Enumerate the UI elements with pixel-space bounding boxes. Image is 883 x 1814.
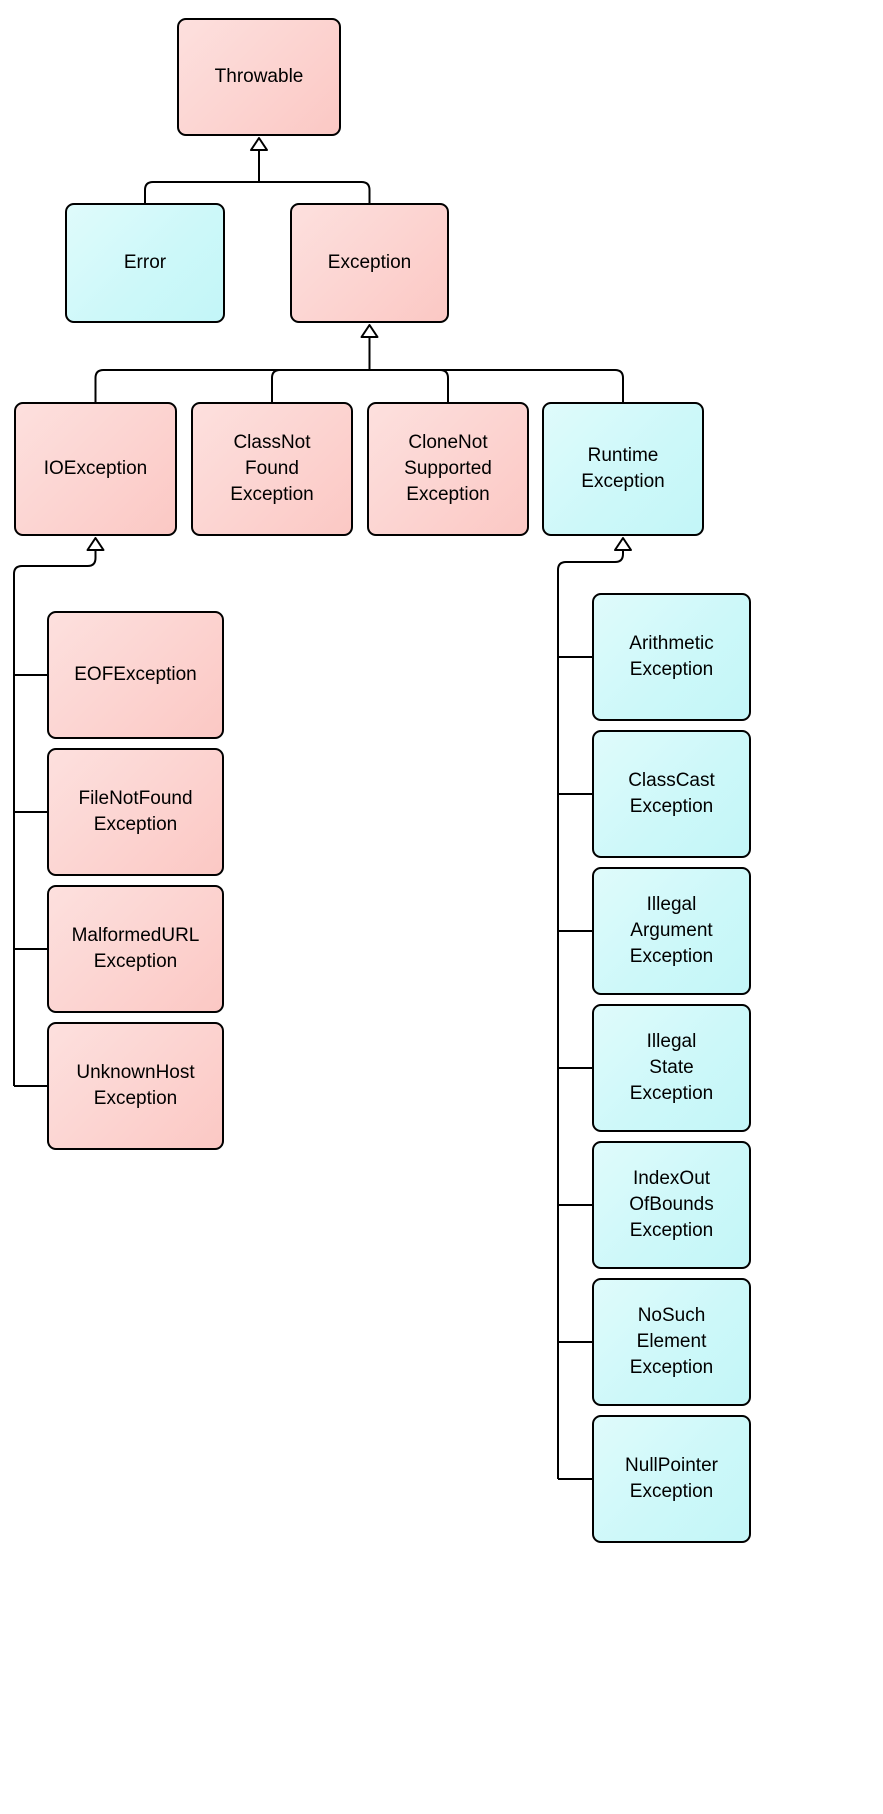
inheritance-arrowhead-icon — [250, 137, 268, 151]
class-node-label: NoSuch Element Exception — [629, 1305, 714, 1378]
class-node-indexoutofbounds[interactable]: IndexOut OfBounds Exception — [592, 1141, 751, 1269]
class-node-eofexception[interactable]: EOFException — [47, 611, 224, 739]
class-node-label: UnknownHost Exception — [76, 1062, 195, 1109]
class-node-label: Illegal Argument Exception — [629, 894, 714, 967]
class-node-filenotfound[interactable]: FileNotFound Exception — [47, 748, 224, 876]
class-node-error[interactable]: Error — [65, 203, 225, 323]
class-node-illegalstate[interactable]: Illegal State Exception — [592, 1004, 751, 1132]
class-node-throwable[interactable]: Throwable — [177, 18, 341, 136]
class-node-label: Illegal State Exception — [629, 1031, 714, 1104]
class-node-clonenotsup[interactable]: CloneNot Supported Exception — [367, 402, 529, 536]
class-node-label: IOException — [43, 458, 148, 480]
class-node-label: Runtime Exception — [581, 445, 665, 492]
class-node-label: NullPointer Exception — [625, 1455, 718, 1502]
class-node-label: Error — [123, 252, 167, 274]
class-node-illegalargument[interactable]: Illegal Argument Exception — [592, 867, 751, 995]
class-node-nosuchelement[interactable]: NoSuch Element Exception — [592, 1278, 751, 1406]
edge-exception-to-clonenotsup — [369, 369, 449, 402]
class-node-label: Exception — [327, 252, 412, 274]
edge-throwable-to-exception — [259, 181, 371, 203]
class-node-label: IndexOut OfBounds Exception — [629, 1168, 714, 1241]
class-node-label: CloneNot Supported Exception — [404, 432, 492, 505]
class-node-ioexception[interactable]: IOException — [14, 402, 177, 536]
class-node-label: EOFException — [74, 664, 197, 686]
class-node-label: Arithmetic Exception — [629, 633, 714, 680]
class-node-label: Throwable — [214, 66, 304, 88]
inheritance-arrowhead-icon — [614, 537, 632, 551]
edge-exception-to-runtimeexception — [369, 369, 624, 402]
class-node-label: ClassNot Found Exception — [230, 432, 314, 505]
class-hierarchy-diagram: Throwable Error Exception IOException ClassN… — [0, 0, 883, 1814]
class-node-nullpointer[interactable]: NullPointer Exception — [592, 1415, 751, 1543]
inheritance-arrowhead-icon — [86, 537, 105, 551]
class-node-classnotfound[interactable]: ClassNot Found Exception — [191, 402, 353, 536]
edge-throwable-to-error — [144, 181, 259, 203]
class-node-arithmetic[interactable]: Arithmetic Exception — [592, 593, 751, 721]
class-node-label: FileNotFound Exception — [78, 788, 193, 835]
class-node-malformedurl[interactable]: MalformedURL Exception — [47, 885, 224, 1013]
class-node-runtimeexception[interactable]: Runtime Exception — [542, 402, 704, 536]
inheritance-arrowhead-icon — [360, 324, 379, 338]
class-node-unknownhost[interactable]: UnknownHost Exception — [47, 1022, 224, 1150]
class-node-label: ClassCast Exception — [628, 770, 715, 817]
class-node-label: MalformedURL Exception — [71, 925, 200, 972]
edge-exception-to-classnotfound — [271, 369, 370, 402]
class-node-exception[interactable]: Exception — [290, 203, 449, 323]
edge-exception-to-ioexception — [94, 369, 370, 402]
class-node-classcast[interactable]: ClassCast Exception — [592, 730, 751, 858]
